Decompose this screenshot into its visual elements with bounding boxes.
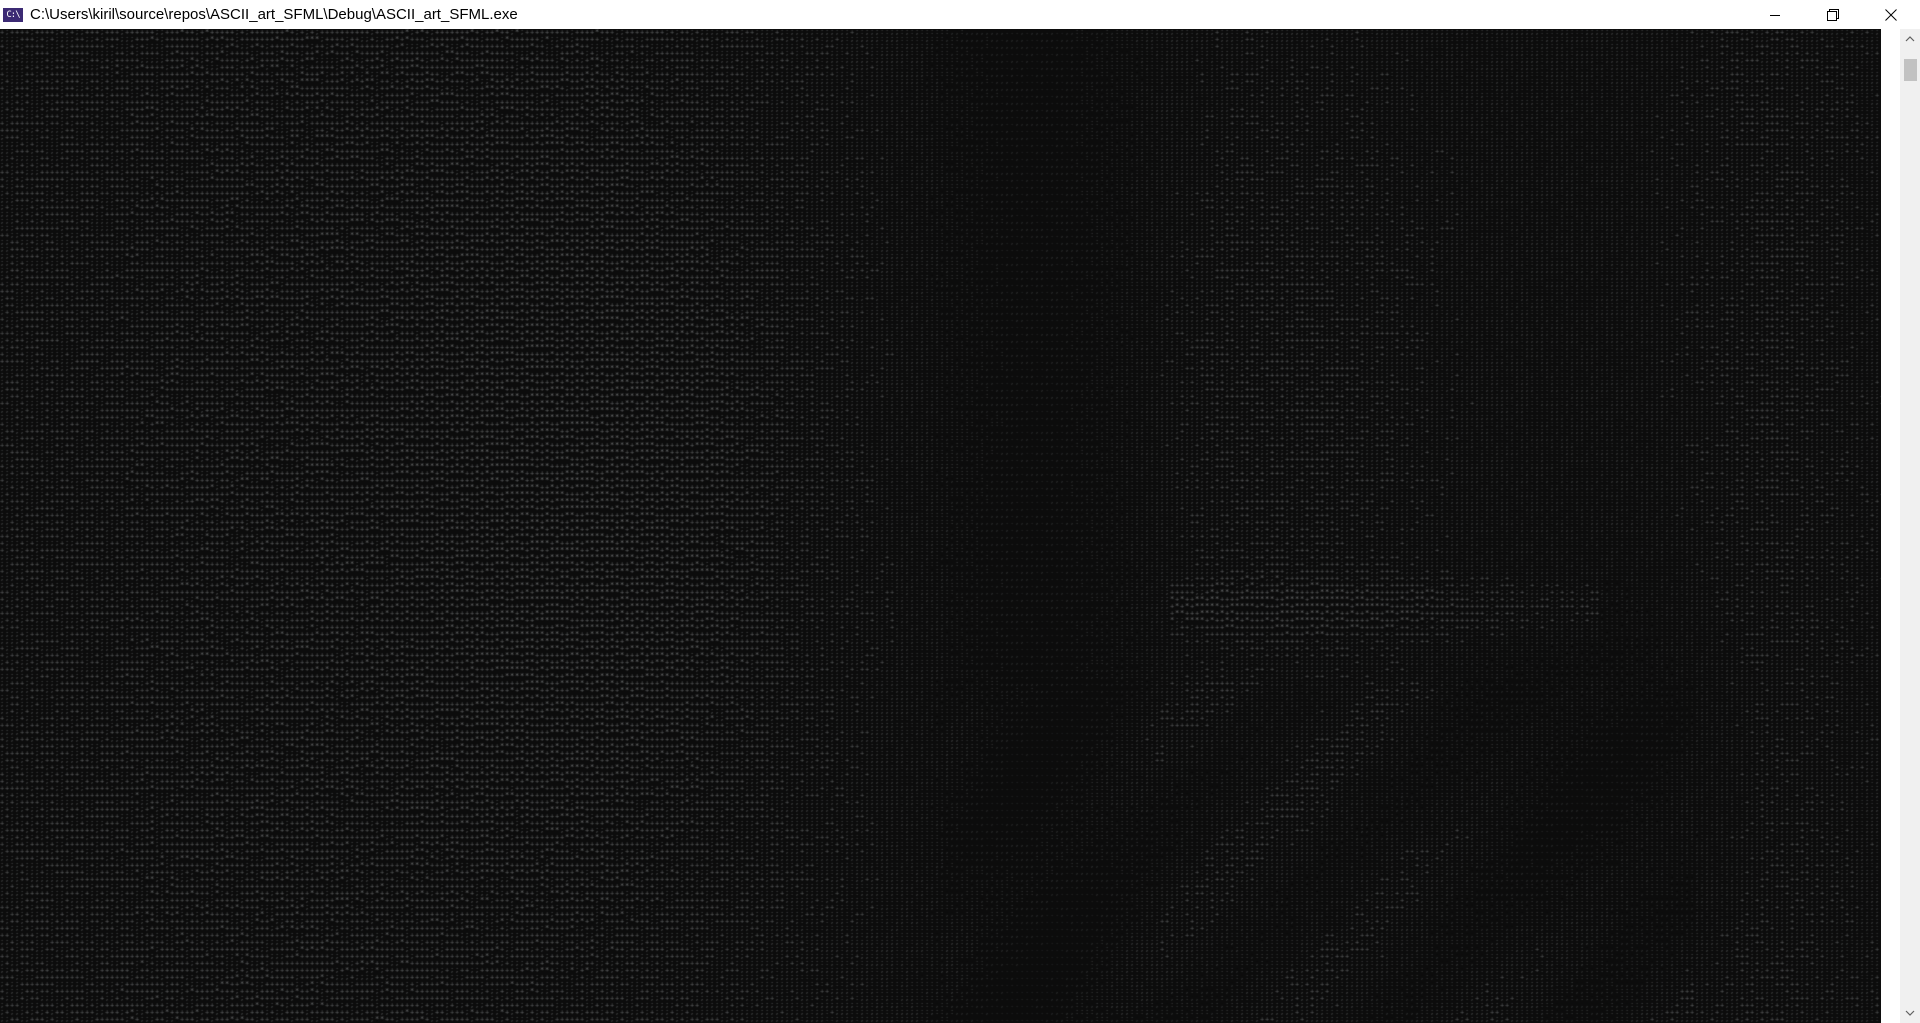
- close-icon: [1885, 8, 1897, 21]
- scrollbar-thumb[interactable]: [1904, 59, 1917, 81]
- minimize-button[interactable]: [1746, 0, 1804, 29]
- ascii-art-render: [0, 29, 1881, 1023]
- console-window: C:\ C:\Users\kiril\source\repos\ASCII_ar…: [0, 0, 1920, 1023]
- scroll-down-button[interactable]: [1900, 1003, 1920, 1023]
- close-button[interactable]: [1862, 0, 1920, 29]
- window-title: C:\Users\kiril\source\repos\ASCII_art_SF…: [30, 6, 518, 23]
- scroll-up-button[interactable]: [1900, 29, 1920, 49]
- scrollbar-track[interactable]: [1900, 29, 1920, 1023]
- restore-icon: [1827, 8, 1839, 21]
- title-bar[interactable]: C:\ C:\Users\kiril\source\repos\ASCII_ar…: [0, 0, 1920, 29]
- chevron-down-icon: [1905, 1010, 1915, 1016]
- vertical-scrollbar[interactable]: [1881, 29, 1920, 1023]
- window-controls: [1746, 0, 1920, 29]
- minimize-icon: [1770, 14, 1780, 16]
- chevron-up-icon: [1905, 36, 1915, 42]
- restore-button[interactable]: [1804, 0, 1862, 29]
- console-output[interactable]: [0, 29, 1881, 1023]
- console-app-icon[interactable]: C:\: [3, 7, 23, 22]
